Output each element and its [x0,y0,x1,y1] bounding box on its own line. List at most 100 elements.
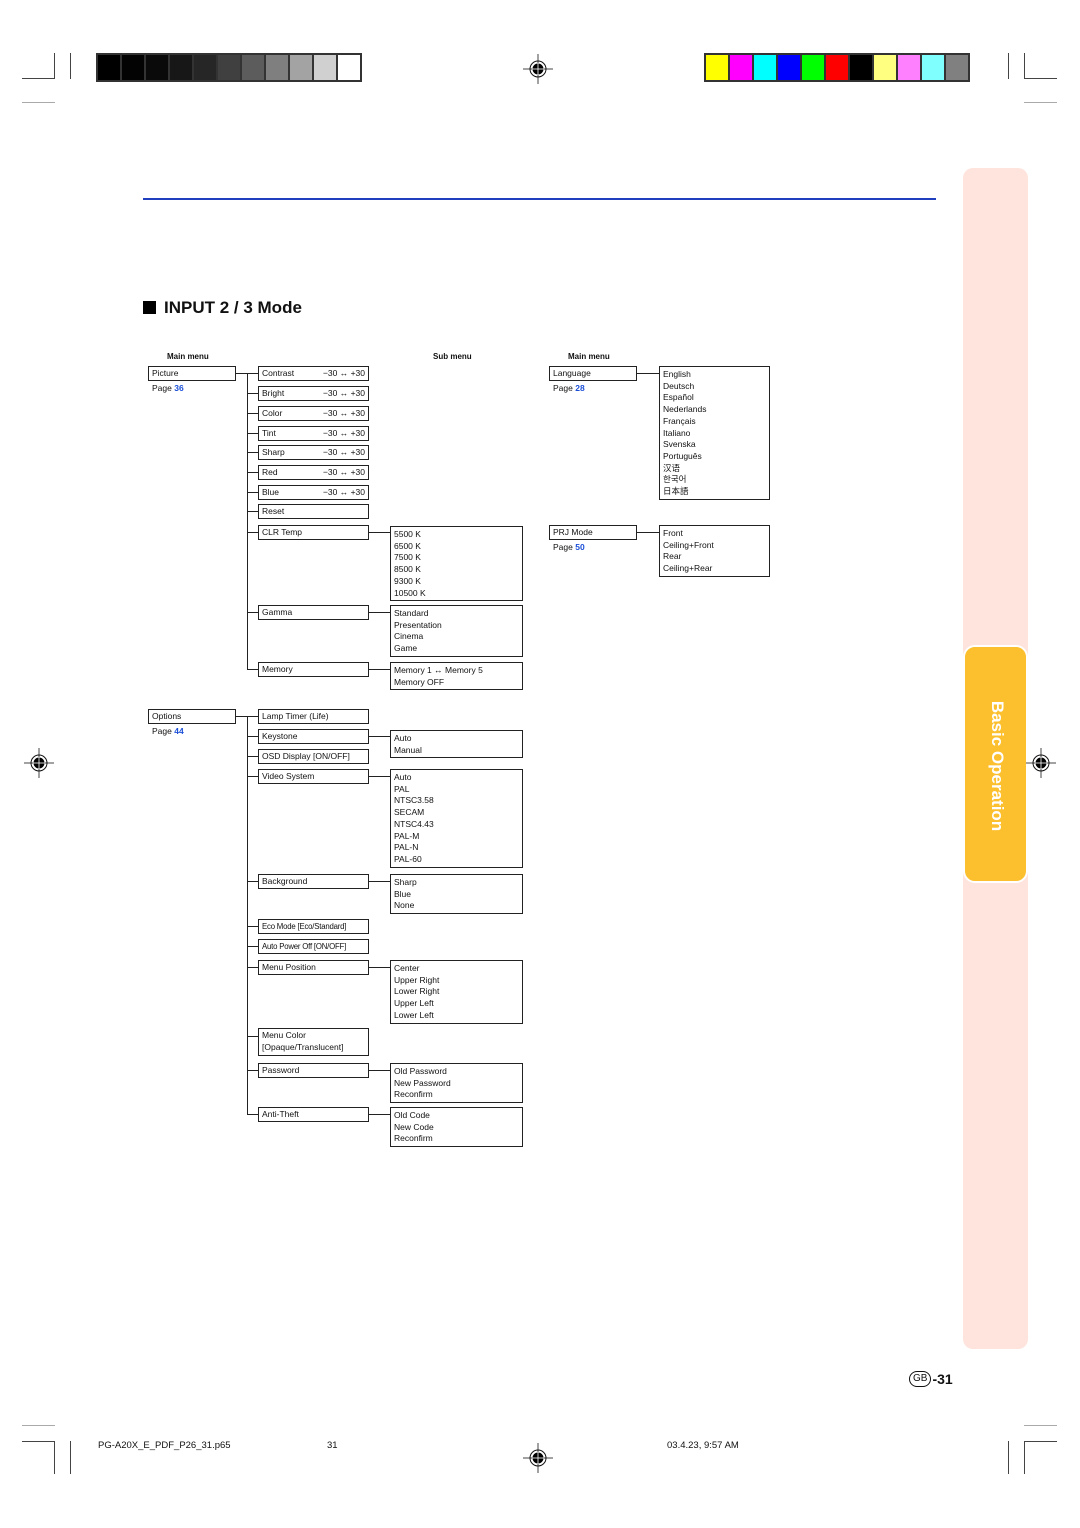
option-item: PAL-60 [394,853,422,864]
option-item: Manual [394,744,422,755]
submenu-item[interactable]: Anti-Theft [258,1107,369,1122]
submenu-item[interactable]: Bright −30 ↔ +30 [258,386,369,401]
option-item: Cinema [394,631,424,642]
section-title: INPUT 2 / 3 Mode [143,298,302,318]
page-link[interactable]: 28 [575,383,584,393]
page-link[interactable]: 50 [575,542,584,552]
option-item: Español [663,392,694,403]
main-menu-picture[interactable]: Picture [148,366,236,381]
crop-mark [1024,53,1025,79]
submenu-label: Anti-Theft [262,1109,299,1119]
option-item: New Password [394,1077,451,1088]
submenu-item[interactable]: Eco Mode [Eco/Standard] [258,919,369,934]
header-rule [143,198,936,200]
option-item: Blue [394,888,412,899]
submenu-item[interactable]: Background [258,874,369,889]
submenu-item[interactable]: Blue −30 ↔ +30 [258,485,369,500]
crop-mark [70,1441,71,1474]
submenu-item[interactable]: OSD Display [ON/OFF] [258,749,369,764]
crop-mark [22,78,55,79]
submenu-options: Memory 1 ↔ Memory 5 Memory OFF [390,662,523,691]
submenu-item[interactable]: Video System [258,769,369,784]
color-swatch [874,55,896,80]
submenu-item[interactable]: Reset [258,504,369,519]
submenu-options: Auto Manual [390,730,523,759]
submenu-label-detail: [Opaque/Translucent] [262,1041,344,1052]
connector-line [369,669,391,670]
color-swatch [266,55,288,80]
color-swatch [778,55,800,80]
option-item: Old Code [394,1110,430,1120]
page-link[interactable]: 44 [174,726,183,736]
option-item: NTSC4.43 [394,818,434,829]
submenu-item[interactable]: Lamp Timer (Life) [258,709,369,724]
submenu-label: Keystone [262,731,298,741]
option-item: 5500 K [394,529,421,539]
main-menu-options[interactable]: Options [148,709,236,724]
option-item: None [394,900,415,911]
color-swatch [706,55,728,80]
submenu-item[interactable]: CLR Temp [258,525,369,540]
connector-line [247,373,248,669]
page-reference: Page 28 [553,383,585,393]
page-reference: Page 44 [152,726,184,736]
submenu-item[interactable]: Sharp −30 ↔ +30 [258,445,369,460]
value-range: −30 ↔ +30 [322,428,365,438]
value-range: −30 ↔ +30 [322,408,365,418]
color-swatch [146,55,168,80]
option-item: 10500 K [394,587,426,598]
submenu-item[interactable]: Gamma [258,605,369,620]
submenu-item[interactable]: Memory [258,662,369,677]
square-bullet-icon [143,301,156,314]
main-menu-header: Main menu [167,352,209,361]
value-range: −30 ↔ +30 [322,487,365,497]
submenu-item[interactable]: Auto Power Off [ON/OFF] [258,939,369,954]
submenu-item[interactable]: Contrast −30 ↔ +30 [258,366,369,381]
submenu-item[interactable]: Color −30 ↔ +30 [258,406,369,421]
main-menu-prj-mode[interactable]: PRJ Mode [549,525,637,540]
submenu-item[interactable]: Keystone [258,729,369,744]
option-item: Upper Right [394,974,440,985]
connector-line [369,1070,391,1071]
page-link[interactable]: 36 [174,383,183,393]
sub-menu-header: Sub menu [433,352,472,361]
option-item: PAL [394,783,410,794]
submenu-options: Old Password New Password Reconfirm [390,1063,523,1104]
submenu-item[interactable]: Password [258,1063,369,1078]
color-swatch [922,55,944,80]
value-range: −30 ↔ +30 [322,447,365,457]
connector-line [369,776,391,777]
color-swatch [754,55,776,80]
submenu-options: Front Ceiling+Front Rear Ceiling+Rear [659,525,770,577]
page-number: GB -31 [909,1371,953,1387]
option-item: Memory OFF [394,676,445,687]
crop-mark [54,53,55,79]
connector-line [369,1114,391,1115]
footer-timestamp: 03.4.23, 9:57 AM [667,1440,739,1451]
color-swatch [98,55,120,80]
chapter-tab: Basic Operation [963,645,1028,883]
submenu-item[interactable]: Tint −30 ↔ +30 [258,426,369,441]
color-bar [704,53,970,82]
color-swatch [898,55,920,80]
main-menu-language[interactable]: Language [549,366,637,381]
option-item: Old Password [394,1066,447,1076]
color-swatch [802,55,824,80]
registration-mark-icon [1026,748,1056,778]
option-item: Italiano [663,427,691,438]
submenu-label: Password [262,1065,300,1075]
crop-mark [70,53,71,79]
submenu-item[interactable]: Red −30 ↔ +30 [258,465,369,480]
submenu-options: Auto PAL NTSC3.58 SECAM NTSC4.43 PAL-M PAL-N PA… [390,769,523,868]
option-item: PAL-M [394,830,420,841]
page-prefix: Page [553,383,576,393]
connector-line [369,532,391,533]
color-swatch [314,55,336,80]
submenu-item[interactable]: Menu Position [258,960,369,975]
submenu-label: Menu Color [262,1030,306,1040]
connector-line [369,612,391,613]
page-prefix: Page [152,726,175,736]
submenu-label: Menu Position [262,962,316,972]
submenu-item[interactable]: Menu Color [Opaque/Translucent] [258,1028,369,1056]
crop-mark [22,1441,55,1442]
